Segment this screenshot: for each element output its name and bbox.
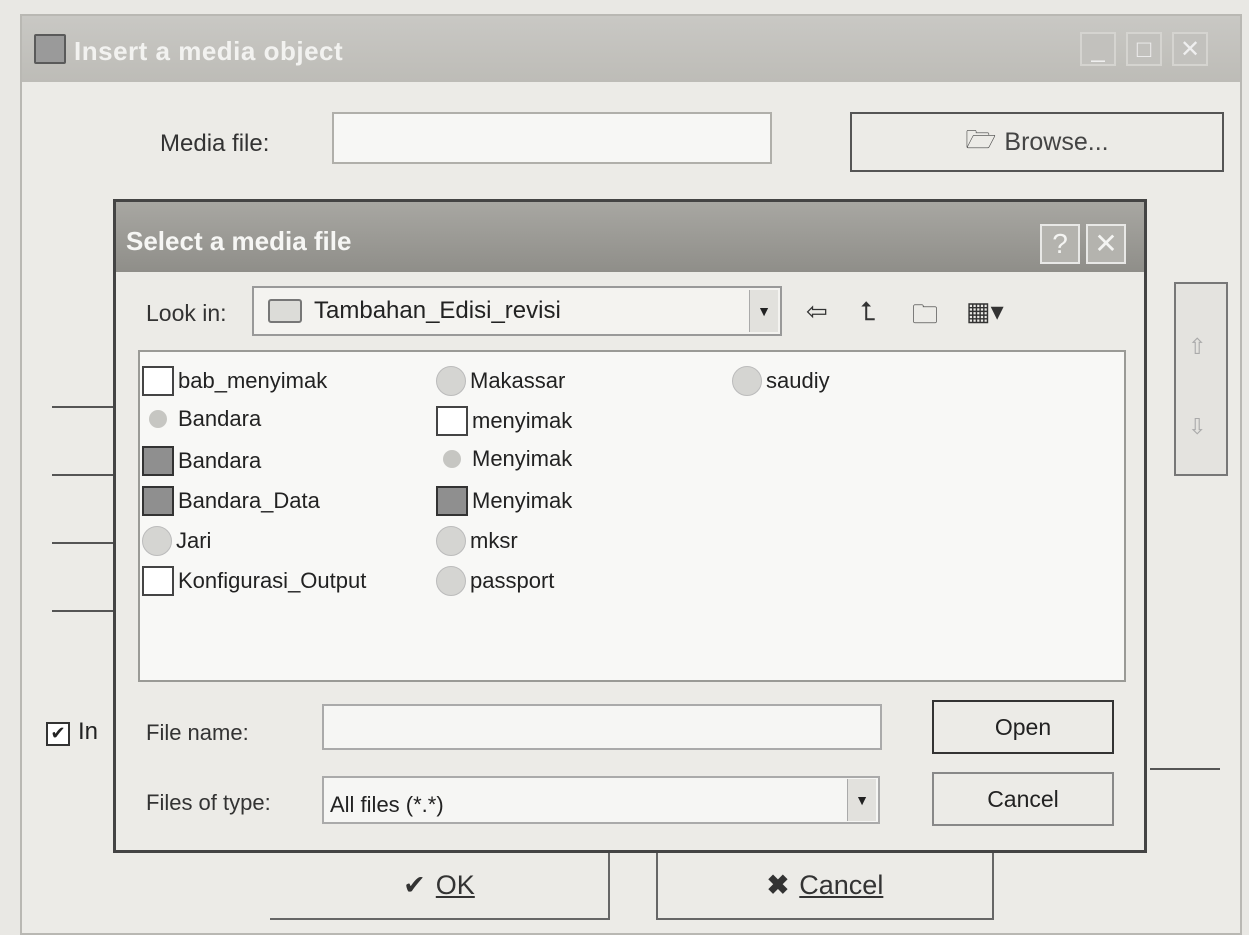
look-in-label: Look in: [146,300,227,326]
media-globe-icon [436,366,466,396]
view-menu-icon[interactable]: ▦▾ [966,296,1004,327]
list-item[interactable]: menyimak [436,406,572,436]
look-in-value: Tambahan_Edisi_revisi [314,297,561,324]
list-item[interactable]: Jari [142,526,211,556]
ok-button[interactable]: ✔ OK [270,852,610,920]
media-globe-icon [436,526,466,556]
list-item[interactable]: Menyimak [436,486,572,516]
move-up-icon[interactable]: ⇧ [1188,334,1206,360]
files-of-type-dropdown[interactable]: All files (*.*) ▼ [322,776,880,824]
list-item[interactable]: Konfigurasi_Output [142,566,366,596]
files-of-type-label: Files of type: [146,790,271,815]
list-item[interactable]: bab_menyimak [142,366,327,396]
files-of-type-value: All files (*.*) [330,792,444,817]
include-checkbox-label: In [78,718,99,745]
media-globe-icon [732,366,762,396]
open-folder-icon: 🗁 [965,125,997,154]
outer-cancel-button-label: Cancel [799,869,884,900]
list-item[interactable]: mksr [436,526,518,556]
close-icon[interactable]: ✕ [1172,32,1208,66]
move-down-icon[interactable]: ⇩ [1188,414,1206,440]
chevron-down-icon[interactable]: ▼ [749,290,778,332]
inner-title-bar: Select a media file ? ✕ [116,202,1144,272]
video-icon [142,486,174,516]
cancel-button[interactable]: Cancel [932,772,1114,826]
audio-icon [443,450,461,468]
divider [1150,768,1220,770]
document-icon [142,566,174,596]
list-item[interactable]: saudiy [732,366,830,396]
browse-button-label: Browse... [1004,127,1109,156]
document-icon [142,366,174,396]
outer-title-bar: Insert a media object _ □ ✕ [22,16,1240,82]
audio-icon [149,410,167,428]
outer-cancel-button[interactable]: ✖ Cancel [656,852,994,920]
folder-icon [268,299,302,323]
minimize-icon[interactable]: _ [1080,32,1116,66]
up-folder-icon[interactable]: ⮤ [860,296,875,328]
ok-button-label: OK [435,869,475,900]
media-file-label: Media file: [160,130,270,157]
browse-button[interactable]: 🗁 Browse... [850,112,1224,172]
chevron-down-icon[interactable]: ▼ [847,779,876,821]
file-list: bab_menyimak Bandara Bandara Bandara_Dat… [138,350,1126,682]
media-globe-icon [142,526,172,556]
open-button[interactable]: Open [932,700,1114,754]
list-item[interactable]: Makassar [436,366,565,396]
inner-dialog-title: Select a media file [126,226,352,256]
outer-dialog-title: Insert a media object [74,36,344,66]
media-globe-icon [436,566,466,596]
reorder-buttons: ⇧ ⇩ [1174,282,1228,476]
select-media-dialog: Select a media file ? ✕ Look in: Tambaha… [113,199,1147,853]
list-item[interactable]: passport [436,566,554,596]
video-icon [436,486,468,516]
help-icon[interactable]: ? [1040,224,1080,264]
cross-icon: ✖ [766,869,790,900]
new-folder-icon[interactable]: 🗀 [912,296,938,340]
list-item[interactable]: Bandara [142,406,261,432]
maximize-icon[interactable]: □ [1126,32,1162,66]
document-icon [436,406,468,436]
look-in-dropdown[interactable]: Tambahan_Edisi_revisi ▼ [252,286,782,336]
file-name-label: File name: [146,720,249,745]
close-icon[interactable]: ✕ [1086,224,1126,264]
include-checkbox[interactable]: ✔ [46,722,70,746]
checkmark-icon: ✔ [403,869,426,900]
video-icon [142,446,174,476]
list-item[interactable]: Menyimak [436,446,572,472]
list-item[interactable]: Bandara [142,446,261,476]
media-file-input[interactable] [332,112,772,164]
file-name-input[interactable] [322,704,882,750]
list-item[interactable]: Bandara_Data [142,486,320,516]
back-icon[interactable]: ⇦ [806,296,828,327]
app-icon [34,34,66,64]
